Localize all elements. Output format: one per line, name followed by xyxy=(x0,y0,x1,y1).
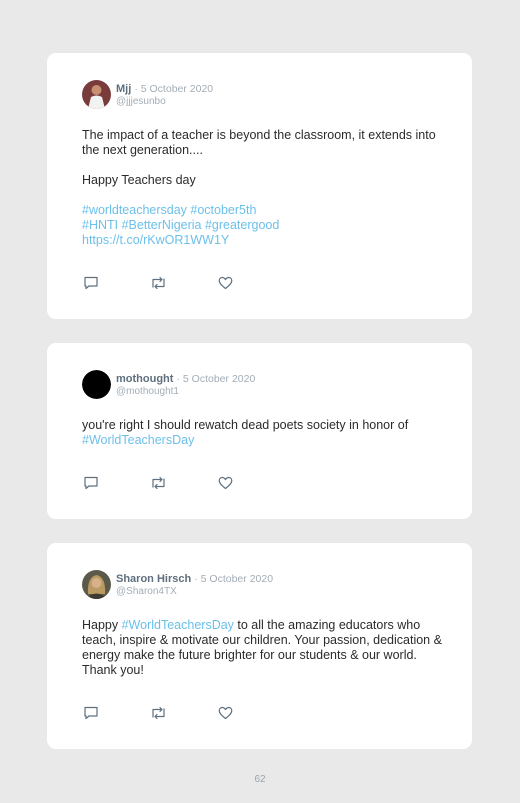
tweet-card: mothought · 5 October 2020 @mothought1 y… xyxy=(47,343,472,519)
author-handle[interactable]: @Sharon4TX xyxy=(116,586,177,597)
avatar[interactable] xyxy=(82,570,111,599)
tweet-date: · 5 October 2020 xyxy=(194,573,274,585)
tweet-date: · 5 October 2020 xyxy=(134,83,214,95)
tweet-card: Sharon Hirsch · 5 October 2020 @Sharon4T… xyxy=(47,543,472,749)
retweet-icon[interactable] xyxy=(150,276,167,290)
retweet-icon[interactable] xyxy=(150,706,167,720)
hashtag-link[interactable]: #worldteachersday #october5th xyxy=(82,203,447,218)
author-name[interactable]: mothought xyxy=(116,373,173,385)
avatar[interactable] xyxy=(82,80,111,109)
tweet-paragraph: The impact of a teacher is beyond the cl… xyxy=(82,128,436,157)
author-handle[interactable]: @mothought1 xyxy=(116,386,179,397)
avatar[interactable] xyxy=(82,370,111,399)
author-name[interactable]: Mjj xyxy=(116,83,131,95)
like-icon[interactable] xyxy=(218,706,233,720)
tweet-url-link[interactable]: https://t.co/rKwOR1WW1Y xyxy=(82,233,447,248)
tweet-text: The impact of a teacher is beyond the cl… xyxy=(82,128,447,248)
hashtag-link[interactable]: #WorldTeachersDay xyxy=(82,433,447,448)
page-number: 62 xyxy=(254,774,266,785)
tweet-text: Happy #WorldTeachersDay to all the amazi… xyxy=(82,618,447,678)
retweet-icon[interactable] xyxy=(150,476,167,490)
author-handle[interactable]: @jjjesunbo xyxy=(116,96,166,107)
like-icon[interactable] xyxy=(218,276,233,290)
tweet-text-start: Happy xyxy=(82,618,122,632)
like-icon[interactable] xyxy=(218,476,233,490)
tweet-date: · 5 October 2020 xyxy=(176,373,256,385)
tweet-text: you're right I should rewatch dead poets… xyxy=(82,418,447,448)
author-name[interactable]: Sharon Hirsch xyxy=(116,573,191,585)
hashtag-link[interactable]: #WorldTeachersDay xyxy=(122,618,234,632)
hashtag-link[interactable]: #HNTI #BetterNigeria #greatergood xyxy=(82,218,447,233)
tweet-paragraph: you're right I should rewatch dead poets… xyxy=(82,418,409,432)
reply-icon[interactable] xyxy=(83,276,99,290)
reply-icon[interactable] xyxy=(83,706,99,720)
reply-icon[interactable] xyxy=(83,476,99,490)
tweet-card: Mjj · 5 October 2020 @jjjesunbo The impa… xyxy=(47,53,472,319)
tweet-paragraph: Happy Teachers day xyxy=(82,173,196,187)
